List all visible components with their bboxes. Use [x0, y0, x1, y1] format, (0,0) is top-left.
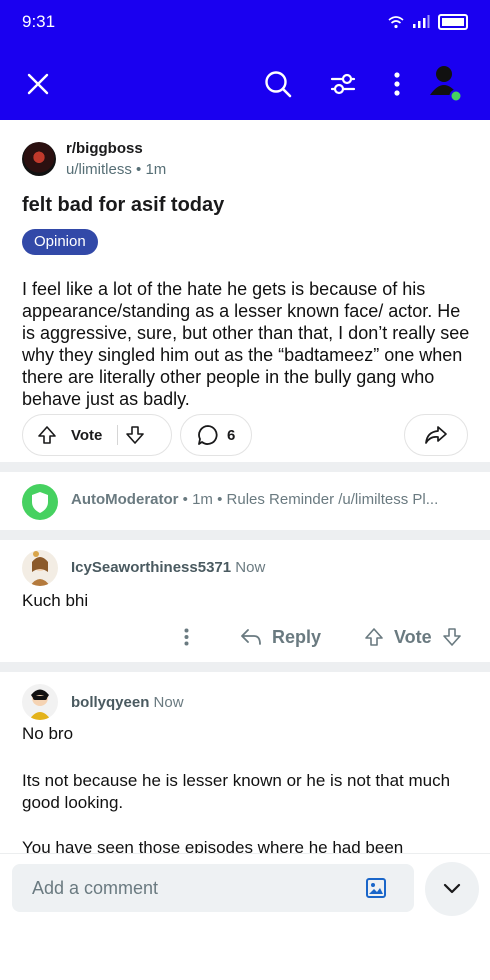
more-vertical-icon — [394, 72, 400, 96]
user-avatar-icon — [430, 66, 463, 103]
wifi-icon — [388, 16, 404, 29]
close-button[interactable] — [16, 62, 60, 106]
more-vertical-icon — [184, 628, 188, 646]
status-icons — [388, 14, 468, 30]
chevron-down-icon — [443, 883, 461, 894]
post-body: I feel like a lot of the hate he gets is… — [22, 279, 470, 409]
comment-author[interactable]: bollyqyeen Now — [71, 694, 184, 711]
section-divider — [0, 662, 490, 672]
share-button[interactable] — [404, 414, 468, 456]
author-name: IcySeaworthiness5371 — [71, 559, 232, 576]
upvote-icon[interactable] — [364, 627, 384, 647]
close-icon — [27, 73, 49, 95]
app-header: 9:31 — [0, 0, 490, 120]
comment-bubble-icon — [198, 425, 218, 445]
share-icon — [425, 426, 447, 444]
comment-composer — [0, 853, 490, 980]
upvote-icon — [38, 426, 56, 444]
sort-filter-button[interactable] — [321, 62, 365, 106]
comment-author[interactable]: IcySeaworthiness5371 Now — [71, 559, 265, 576]
meta-separator: • — [131, 161, 146, 178]
comment-body-line: Its not because he is lesser known or he… — [22, 771, 451, 812]
reply-label: Reply — [272, 626, 322, 647]
comment: bollyqyeen Now No bro Its not because he… — [0, 672, 490, 853]
comment-count: 6 — [227, 426, 236, 444]
post-title: felt bad for asif today — [22, 194, 225, 216]
more-options-button[interactable] — [375, 62, 419, 106]
search-icon — [265, 71, 292, 98]
automod-text: AutoModerator • 1m • Rules Reminder /u/l… — [71, 491, 438, 508]
comments-button[interactable]: 6 — [180, 414, 252, 456]
vote-label: Vote — [71, 426, 103, 444]
automod-name: AutoModerator — [71, 491, 179, 508]
comment-time: Now — [153, 694, 184, 711]
profile-avatar-button[interactable] — [424, 62, 468, 106]
image-icon — [366, 878, 386, 898]
avatar[interactable] — [22, 550, 58, 586]
section-divider — [0, 462, 490, 472]
comment-body: Kuch bhi — [22, 591, 89, 610]
battery-icon — [438, 14, 468, 30]
avatar-icon — [22, 684, 58, 720]
reply-arrow-icon — [241, 629, 261, 645]
search-button[interactable] — [256, 62, 300, 106]
reply-button[interactable]: Reply — [240, 621, 321, 653]
section-divider — [0, 530, 490, 540]
shield-icon — [22, 484, 58, 520]
comment-input[interactable] — [12, 864, 414, 912]
comment-more-button[interactable] — [174, 622, 198, 652]
comment-time: Now — [235, 559, 266, 576]
post-flair[interactable]: Opinion — [22, 229, 98, 255]
automod-sep1: • — [178, 491, 193, 508]
post-vote-pill: Vote — [22, 414, 172, 456]
automod-preview: Rules Reminder /u/limiltess Pl... — [226, 491, 439, 508]
post-age: 1m — [145, 161, 167, 178]
automod-sep2: • — [212, 491, 227, 508]
comment-body-line: No bro — [22, 724, 74, 743]
automoderator-comment[interactable]: AutoModerator • 1m • Rules Reminder /u/l… — [0, 472, 490, 530]
vote-label: Vote — [394, 626, 432, 647]
comment-vote: Vote — [364, 621, 462, 653]
status-bar: 9:31 — [0, 0, 490, 46]
downvote-button[interactable] — [118, 415, 152, 455]
avatar-icon — [22, 550, 58, 586]
sliders-icon — [330, 73, 356, 95]
upvote-button[interactable] — [23, 415, 57, 455]
signal-icon — [413, 15, 430, 28]
subreddit-name[interactable]: r/biggboss — [66, 140, 143, 157]
status-time: 9:31 — [22, 12, 56, 31]
comment: IcySeaworthiness5371 Now Kuch bhi Reply … — [0, 540, 490, 662]
post-meta: u/limitless • 1m — [66, 161, 166, 178]
expand-composer-button[interactable] — [425, 862, 479, 916]
automod-age: 1m — [192, 491, 213, 508]
avatar[interactable] — [22, 684, 58, 720]
post-author[interactable]: u/limitless — [66, 161, 132, 178]
add-image-button[interactable] — [362, 874, 390, 902]
author-name: bollyqyeen — [71, 694, 150, 711]
subreddit-avatar[interactable] — [22, 142, 56, 176]
downvote-icon — [126, 426, 145, 444]
comment-body-line: You have seen those episodes where he ha… — [22, 838, 404, 853]
downvote-icon[interactable] — [442, 627, 462, 647]
